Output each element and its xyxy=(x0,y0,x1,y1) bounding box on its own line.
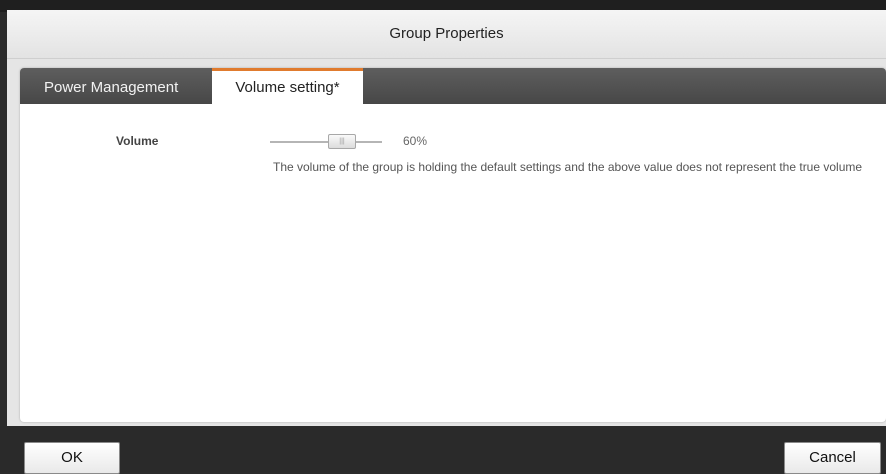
volume-slider[interactable]: ||| xyxy=(270,134,382,150)
volume-slider-track[interactable] xyxy=(270,141,382,143)
tab-power-management[interactable]: Power Management xyxy=(20,68,212,104)
ok-button[interactable]: OK xyxy=(24,442,120,474)
tab-panel: Power Management Volume setting* Volume … xyxy=(20,68,886,422)
dialog-title: Group Properties xyxy=(7,10,886,59)
tab-bar: Power Management Volume setting* xyxy=(20,68,886,104)
dialog-footer xyxy=(0,426,886,472)
cancel-button[interactable]: Cancel xyxy=(784,442,881,474)
tab-volume-setting[interactable]: Volume setting* xyxy=(212,68,363,104)
volume-label: Volume xyxy=(116,134,159,148)
volume-value: 60% xyxy=(403,134,428,148)
group-properties-dialog: Group Properties Power Management Volume… xyxy=(7,10,886,472)
volume-description: The volume of the group is holding the d… xyxy=(273,160,863,174)
volume-slider-thumb[interactable]: ||| xyxy=(328,134,356,149)
